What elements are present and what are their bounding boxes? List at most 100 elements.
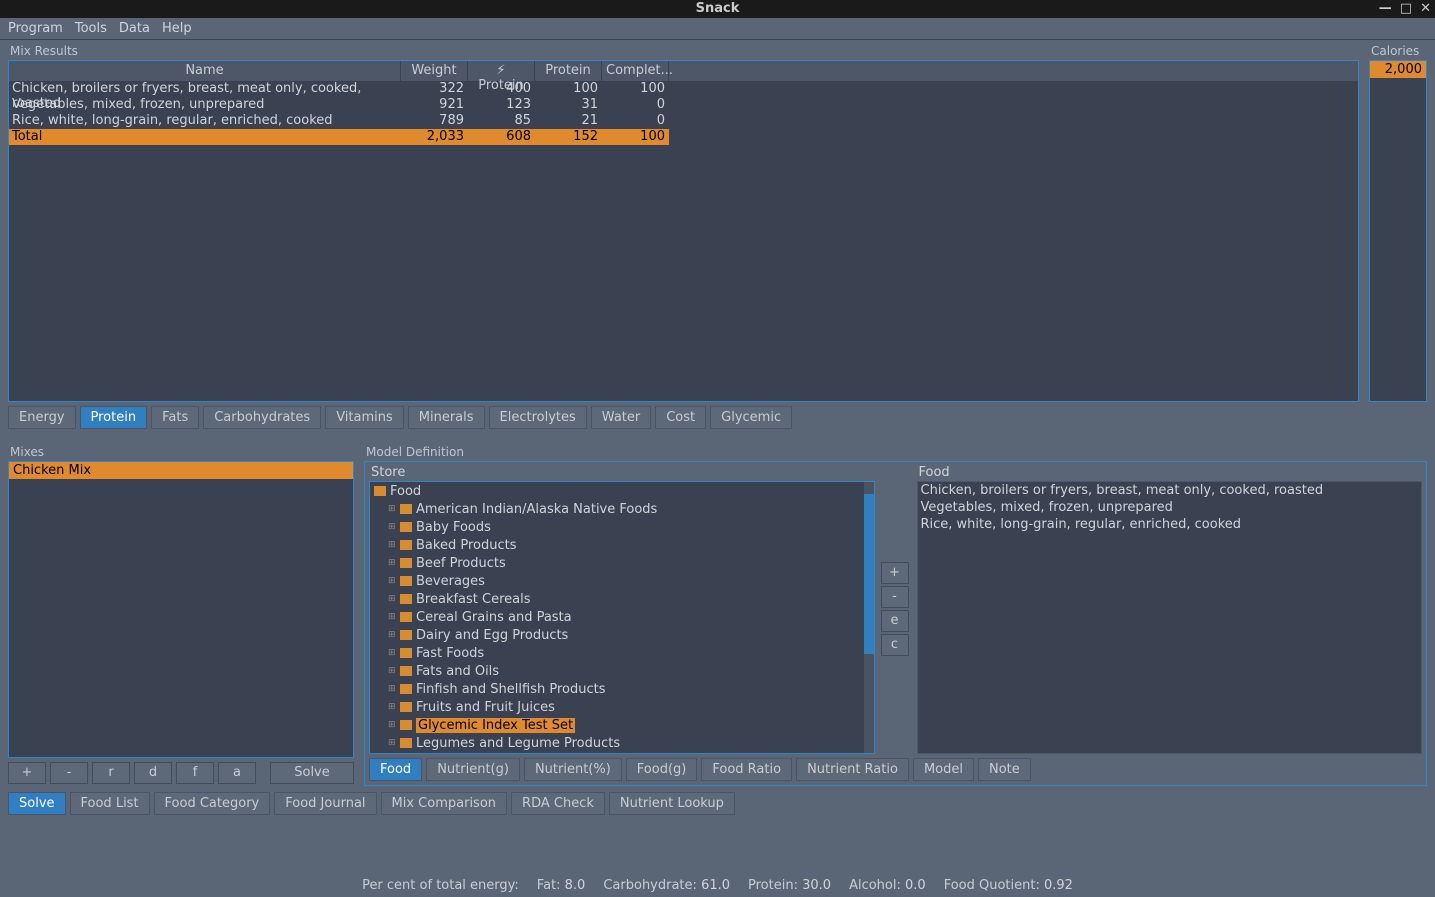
col-complete[interactable]: Complet... [602,61,669,81]
tree-item[interactable]: ⊞Fats and Oils [370,662,874,680]
tab-minerals[interactable]: Minerals [408,406,485,429]
tree-item[interactable]: ⊞Cereal Grains and Pasta [370,608,874,626]
table-row[interactable]: Chicken, broilers or fryers, breast, mea… [9,81,1358,97]
store-scrollbar[interactable] [864,482,874,753]
tab-mix-comparison[interactable]: Mix Comparison [381,792,508,815]
maximize-icon[interactable]: □ [1400,0,1412,18]
table-row[interactable]: Vegetables, mixed, frozen, unprepared921… [9,97,1358,113]
tab-food-category[interactable]: Food Category [154,792,271,815]
menubar: Program Tools Data Help [0,18,1435,40]
mix-f-button[interactable]: f [176,762,214,784]
tab-electrolytes[interactable]: Electrolytes [489,406,587,429]
transfer-add-button[interactable]: + [881,562,909,584]
mix-add-button[interactable]: + [8,762,46,784]
tree-item[interactable]: ⊞Glycemic Index Test Set [370,716,874,734]
food-item[interactable]: Rice, white, long-grain, regular, enrich… [921,517,1419,534]
expander-icon[interactable]: ⊞ [388,540,396,550]
tab-solve[interactable]: Solve [8,792,66,815]
expander-icon[interactable]: ⊞ [388,522,396,532]
tab-food[interactable]: Food [369,758,422,781]
table-row-total[interactable]: Total2,033608152100 [9,129,1358,145]
tab-nutrient-ratio[interactable]: Nutrient Ratio [796,758,909,781]
col-eprotein[interactable]: ⚡ Protein [468,61,535,81]
model-definition-label: Model Definition [364,443,1427,461]
tab-food-journal[interactable]: Food Journal [274,792,376,815]
tree-item[interactable]: ⊞Baked Products [370,536,874,554]
tree-item[interactable]: ⊞American Indian/Alaska Native Foods [370,500,874,518]
tab-cost[interactable]: Cost [655,406,706,429]
tab-glycemic[interactable]: Glycemic [710,406,792,429]
folder-icon [400,738,412,748]
tab-energy[interactable]: Energy [8,406,76,429]
close-icon[interactable]: ✕ [1420,0,1431,18]
expander-icon[interactable]: ⊞ [388,576,396,586]
mix-solve-button[interactable]: Solve [270,762,354,784]
tree-item[interactable]: ⊞Baby Foods [370,518,874,536]
expander-icon[interactable]: ⊞ [388,648,396,658]
tab-carbohydrates[interactable]: Carbohydrates [203,406,321,429]
tab-protein[interactable]: Protein [80,406,148,429]
tab-nutrient-[interactable]: Nutrient(%) [524,758,622,781]
store-panel[interactable]: Food⊞American Indian/Alaska Native Foods… [369,481,875,754]
mixes-panel[interactable]: Chicken Mix [8,461,354,758]
table-row[interactable]: Rice, white, long-grain, regular, enrich… [9,113,1358,129]
transfer-remove-button[interactable]: - [881,586,909,608]
tab-food-g-[interactable]: Food(g) [626,758,698,781]
expander-icon[interactable]: ⊞ [388,558,396,568]
expander-icon[interactable]: ⊞ [388,702,396,712]
transfer-e-button[interactable]: e [881,610,909,632]
tree-item[interactable]: ⊞Fruits and Fruit Juices [370,698,874,716]
mix-remove-button[interactable]: - [50,762,88,784]
expander-icon[interactable]: ⊞ [388,504,396,514]
tree-item[interactable]: ⊞Dairy and Egg Products [370,626,874,644]
mix-r-button[interactable]: r [92,762,130,784]
menu-tools[interactable]: Tools [75,21,107,36]
tab-nutrient-lookup[interactable]: Nutrient Lookup [609,792,735,815]
folder-icon [400,702,412,712]
col-weight[interactable]: Weight [401,61,468,81]
mix-item[interactable]: Chicken Mix [9,462,353,479]
menu-data[interactable]: Data [119,21,150,36]
tree-item[interactable]: ⊞Nut and Seed Products [370,752,874,754]
folder-icon [400,504,412,514]
tab-model[interactable]: Model [913,758,974,781]
col-name[interactable]: Name [9,61,401,81]
tab-note[interactable]: Note [978,758,1031,781]
food-panel[interactable]: Chicken, broilers or fryers, breast, mea… [917,481,1423,754]
food-item[interactable]: Chicken, broilers or fryers, breast, mea… [921,483,1419,500]
food-item[interactable]: Vegetables, mixed, frozen, unprepared [921,500,1419,517]
expander-icon[interactable]: ⊞ [388,612,396,622]
expander-icon[interactable]: ⊞ [388,594,396,604]
tab-rda-check[interactable]: RDA Check [511,792,605,815]
expander-icon[interactable]: ⊞ [388,666,396,676]
menu-program[interactable]: Program [8,21,63,36]
folder-icon [374,486,386,496]
tab-fats[interactable]: Fats [151,406,199,429]
mix-a-button[interactable]: a [218,762,256,784]
expander-icon[interactable]: ⊞ [388,738,396,748]
expander-icon[interactable]: ⊞ [388,720,396,730]
tree-item[interactable]: ⊞Legumes and Legume Products [370,734,874,752]
menu-help[interactable]: Help [162,21,192,36]
tab-food-ratio[interactable]: Food Ratio [701,758,792,781]
tab-food-list[interactable]: Food List [70,792,150,815]
transfer-c-button[interactable]: c [881,634,909,656]
tab-water[interactable]: Water [591,406,651,429]
tree-item[interactable]: ⊞Beef Products [370,554,874,572]
tree-item[interactable]: ⊞Beverages [370,572,874,590]
tree-item[interactable]: ⊞Breakfast Cereals [370,590,874,608]
tree-item[interactable]: ⊞Fast Foods [370,644,874,662]
tree-root[interactable]: Food [370,482,874,500]
tree-item[interactable]: ⊞Finfish and Shellfish Products [370,680,874,698]
minimize-icon[interactable]: — [1379,0,1392,18]
expander-icon[interactable]: ⊞ [388,630,396,640]
food-label: Food [917,464,1423,481]
col-protein[interactable]: Protein [535,61,602,81]
mix-d-button[interactable]: d [134,762,172,784]
tab-vitamins[interactable]: Vitamins [325,406,404,429]
folder-icon [400,594,412,604]
expander-icon[interactable]: ⊞ [388,684,396,694]
scrollbar-thumb[interactable] [864,494,874,654]
tab-nutrient-g-[interactable]: Nutrient(g) [426,758,520,781]
model-definition-panel: Store Food⊞American Indian/Alaska Native… [364,461,1427,786]
